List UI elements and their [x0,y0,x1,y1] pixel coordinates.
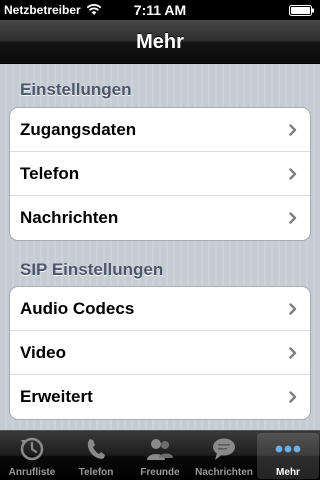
list-item-video[interactable]: Video [10,331,310,375]
settings-group-einstellungen: Zugangsdaten Telefon Nachrichten [9,107,311,241]
phone-icon [87,439,105,459]
chevron-right-icon [289,212,297,224]
chevron-right-icon [289,303,297,315]
chevron-right-icon [289,347,297,359]
tab-label: Freunde [140,467,180,478]
tab-nachrichten[interactable]: Nachrichten [193,433,255,479]
tab-label: Anrufliste [8,467,56,478]
more-icon [275,445,301,453]
list-item-erweitert[interactable]: Erweitert [10,375,310,419]
section-header-sip-einstellungen: SIP Einstellungen [20,260,164,279]
status-bar: Netzbetreiber 7:11 AM [0,0,320,20]
tab-label: Mehr [276,467,300,478]
list-item-zugangsdaten[interactable]: Zugangsdaten [10,108,310,152]
list-item-label: Erweitert [20,387,93,406]
tab-anrufliste[interactable]: Anrufliste [1,433,63,479]
call-history-icon [20,437,44,461]
tab-telefon[interactable]: Telefon [65,433,127,479]
chevron-right-icon [289,124,297,136]
tab-freunde[interactable]: Freunde [129,433,191,479]
contacts-icon [147,439,173,460]
tab-label: Nachrichten [195,467,253,478]
status-time: 7:11 AM [133,2,187,18]
section-header-einstellungen: Einstellungen [20,80,132,99]
settings-list[interactable]: Einstellungen Zugangsdaten Telefon Nachr… [0,64,320,430]
list-item-label: Nachrichten [20,208,119,227]
list-item-label: Video [20,343,66,362]
tab-mehr[interactable]: Mehr [257,433,319,479]
list-item-label: Telefon [20,164,80,183]
battery-icon [289,5,314,16]
list-item-telefon[interactable]: Telefon [10,152,310,196]
chevron-right-icon [289,168,297,180]
list-item-audio-codecs[interactable]: Audio Codecs [10,287,310,331]
list-item-label: Zugangsdaten [20,120,137,139]
navigation-bar: Mehr [0,20,320,64]
page-title: Mehr [136,31,184,53]
settings-group-sip: Audio Codecs Video Erweitert [9,286,311,420]
tab-label: Telefon [78,467,114,478]
chat-bubble-icon [213,438,235,460]
tab-bar: Anrufliste Telefon Freunde Nachrichten M… [0,430,320,480]
chevron-right-icon [289,391,297,403]
list-item-nachrichten[interactable]: Nachrichten [10,196,310,240]
list-item-label: Audio Codecs [20,299,135,318]
